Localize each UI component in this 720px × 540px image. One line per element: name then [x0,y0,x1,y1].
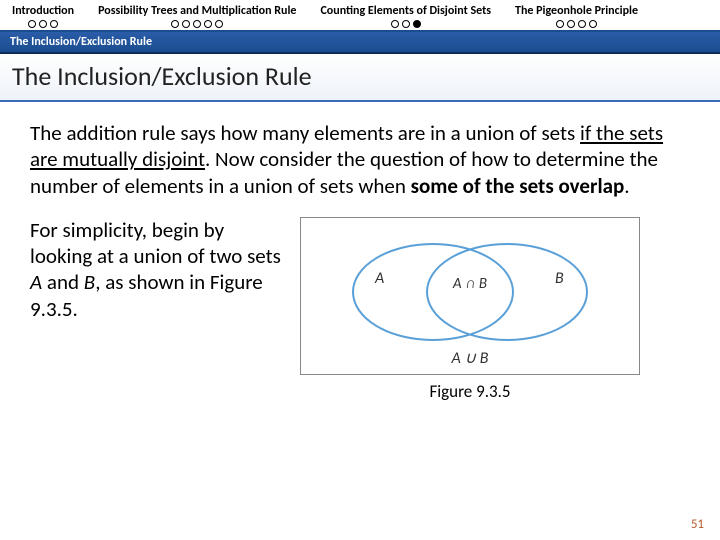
nav-dots [12,20,74,28]
progress-dot-icon [413,20,421,28]
p1-bold: some of the sets overlap [411,173,625,199]
progress-dot-icon [215,20,223,28]
progress-dot-icon [391,20,399,28]
nav-dots [98,20,296,28]
progress-dot-icon [28,20,36,28]
progress-dot-icon [567,20,575,28]
venn-diagram: A B A ∩ B A ∪ B [300,217,640,375]
figure-caption: Figure 9.3.5 [300,381,640,402]
progress-dot-icon [402,20,410,28]
venn-label-b: B [555,269,564,288]
progress-dot-icon [589,20,597,28]
paragraph-2: For simplicity, begin by looking at a un… [30,217,290,322]
nav-dots [320,20,491,28]
nav-item-2[interactable]: Counting Elements of Disjoint Sets [308,0,503,30]
nav-label: Counting Elements of Disjoint Sets [320,4,491,18]
nav-label: Possibility Trees and Multiplication Rul… [98,4,296,18]
p2-b: and [42,269,84,295]
venn-label-a: A [374,269,384,288]
nav-item-0[interactable]: Introduction [0,0,86,30]
section-bar: The Inclusion/Exclusion Rule [0,32,720,54]
progress-dot-icon [50,20,58,28]
nav-dots [515,20,638,28]
venn-label-inter: A ∩ B [452,275,487,293]
paragraph-1: The addition rule says how many elements… [30,120,690,199]
p1-a: The addition rule says how many elements… [30,120,580,146]
progress-dot-icon [204,20,212,28]
p2-a: For simplicity, begin by looking at a un… [30,217,281,269]
nav-label: Introduction [12,4,74,18]
nav-bar: Introduction Possibility Trees and Multip… [0,0,720,32]
figure-wrap: A B A ∩ B A ∪ B Figure 9.3.5 [300,217,640,402]
p1-c: . [624,173,629,199]
venn-svg: A B A ∩ B A ∪ B [315,228,625,368]
title-bar: The Inclusion/Exclusion Rule [0,54,720,102]
nav-item-3[interactable]: The Pigeonhole Principle [503,0,650,30]
progress-dot-icon [578,20,586,28]
p2-i1: A [30,269,42,295]
nav-item-1[interactable]: Possibility Trees and Multiplication Rul… [86,0,308,30]
content-area: The addition rule says how many elements… [0,102,720,412]
progress-dot-icon [193,20,201,28]
p2-i2: B [84,269,95,295]
venn-label-union: A ∪ B [451,349,489,368]
page-number: 51 [691,517,704,532]
nav-label: The Pigeonhole Principle [515,4,638,18]
progress-dot-icon [556,20,564,28]
slide-title: The Inclusion/Exclusion Rule [12,60,708,92]
progress-dot-icon [171,20,179,28]
progress-dot-icon [182,20,190,28]
progress-dot-icon [39,20,47,28]
